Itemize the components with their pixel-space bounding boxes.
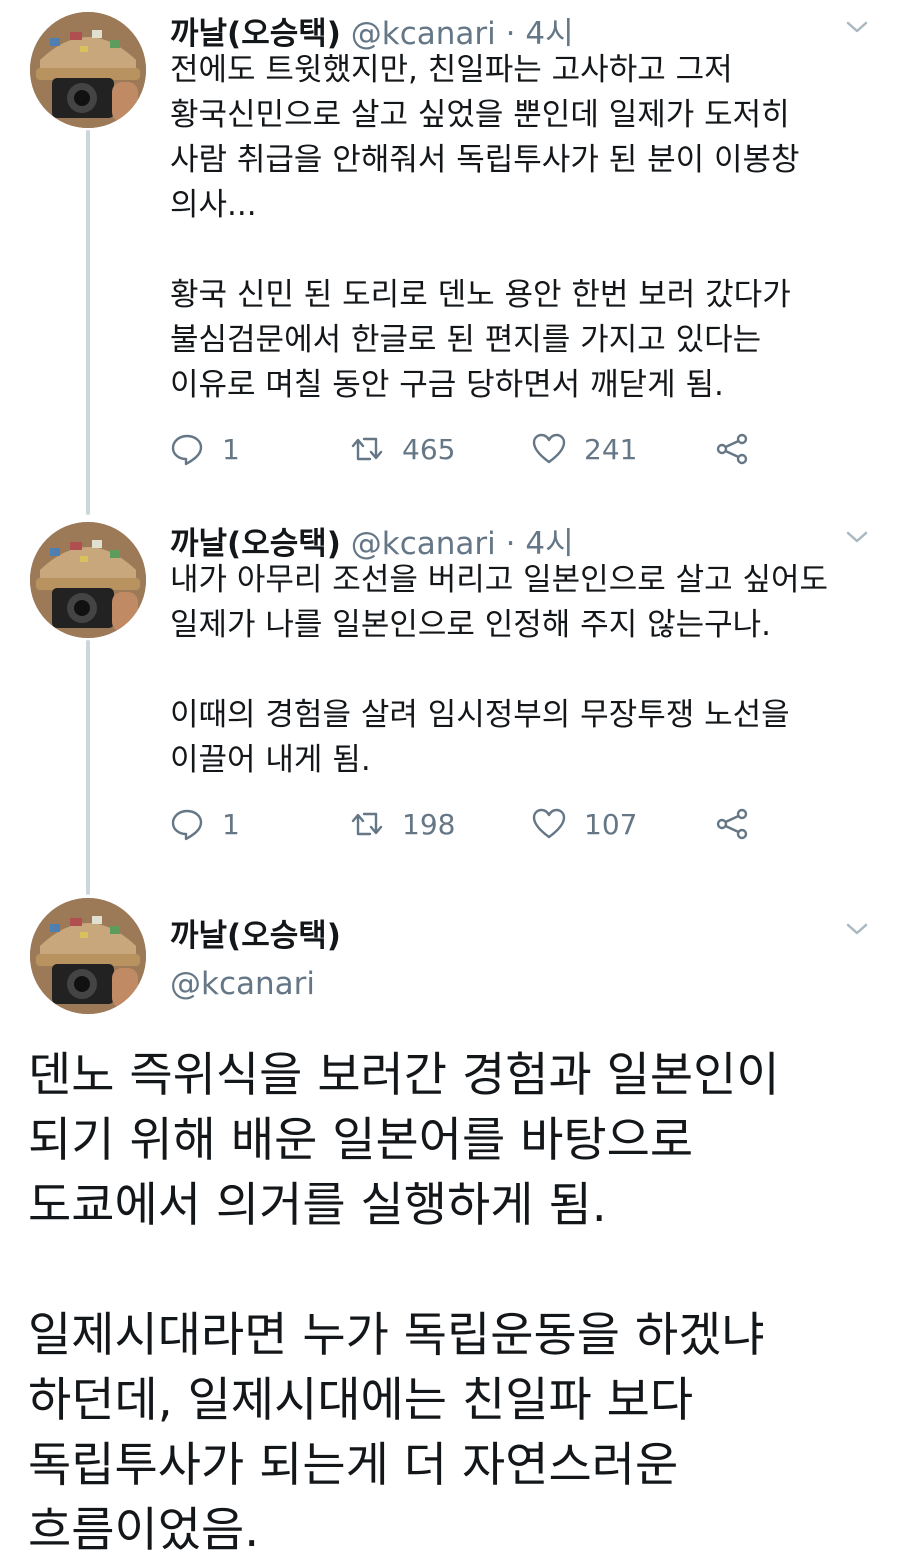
reply-icon — [171, 809, 203, 841]
chevron-down-icon[interactable] — [842, 522, 872, 552]
separator-dot: · — [505, 16, 516, 52]
retweet-count: 465 — [402, 432, 456, 466]
retweet-count: 198 — [402, 807, 456, 841]
main-tweet-text: 덴노 즉위식을 보러간 경험과 일본인이 되기 위해 배운 일본어를 바탕으로 … — [28, 1048, 780, 1558]
avatar-image — [30, 522, 146, 638]
reply-icon — [171, 434, 203, 466]
avatar-image — [30, 12, 146, 128]
separator-dot: · — [505, 526, 516, 562]
avatar-image — [30, 898, 146, 1014]
heart-icon — [532, 433, 566, 464]
like-button[interactable]: 107 — [532, 807, 637, 841]
reply-button[interactable]: 1 — [170, 432, 240, 466]
user-handle[interactable]: @kcanari — [351, 16, 496, 52]
thread-line — [86, 130, 90, 515]
display-name[interactable]: 까날(오승택) — [170, 16, 341, 52]
chevron-down-icon[interactable] — [842, 914, 872, 944]
display-name[interactable]: 까날(오승택) — [170, 910, 341, 955]
avatar[interactable] — [30, 12, 146, 128]
retweet-icon — [351, 812, 383, 836]
like-count: 107 — [584, 807, 638, 841]
chevron-down-icon[interactable] — [842, 12, 872, 42]
avatar[interactable] — [30, 898, 146, 1014]
tweet-text: 내가 아무리 조선을 버리고 일본인으로 살고 싶어도 일제가 나를 일본인으로… — [170, 562, 829, 778]
display-name[interactable]: 까날(오승택) — [170, 526, 341, 562]
like-button[interactable]: 241 — [532, 432, 637, 466]
like-count: 241 — [584, 432, 638, 466]
share-icon — [716, 433, 748, 465]
avatar[interactable] — [30, 522, 146, 638]
tweet-actions: 1 198 107 — [170, 807, 770, 847]
retweet-icon — [351, 437, 383, 461]
thread-line — [86, 640, 90, 895]
reply-button[interactable]: 1 — [170, 807, 240, 841]
retweet-button[interactable]: 198 — [350, 807, 455, 841]
tweet-header: 까날(오승택) @kcanari · 4시 — [170, 8, 574, 53]
tweet-header: 까날(오승택) @kcanari · 4시 — [170, 518, 574, 563]
share-icon — [716, 808, 748, 840]
tweet-text: 전에도 트윗했지만, 친일파는 고사하고 그저 황국신민으로 살고 싶었을 뿐인… — [170, 52, 800, 403]
tweet-actions: 1 465 241 — [170, 432, 770, 472]
timestamp[interactable]: 4시 — [525, 526, 573, 562]
user-handle[interactable]: @kcanari — [351, 526, 496, 562]
retweet-button[interactable]: 465 — [350, 432, 455, 466]
timestamp[interactable]: 4시 — [525, 16, 573, 52]
share-button[interactable] — [715, 432, 767, 466]
heart-icon — [532, 808, 566, 839]
share-button[interactable] — [715, 807, 767, 841]
reply-count: 1 — [222, 432, 240, 466]
reply-count: 1 — [222, 807, 240, 841]
user-handle[interactable]: @kcanari — [170, 966, 315, 1002]
